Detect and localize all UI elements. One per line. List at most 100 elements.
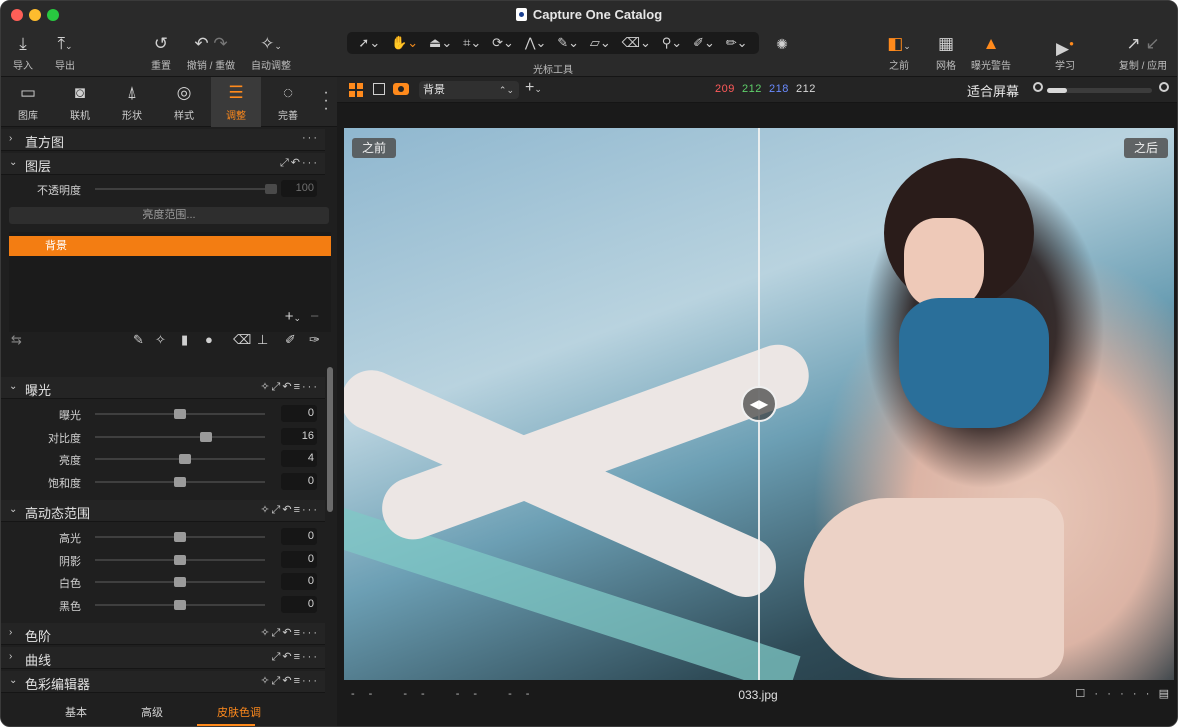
color-editor-header-icons[interactable]: ✧⤢↶≡··· — [260, 674, 319, 688]
tab-style[interactable]: ◎ 样式 — [159, 77, 209, 127]
refine-mask-icon[interactable]: ✑ — [309, 332, 320, 348]
exposure-warning-button[interactable]: ▲ 曝光警告 — [967, 31, 1015, 72]
divider-handle-icon[interactable]: ◀▶ — [741, 386, 777, 422]
tab-skin-tone[interactable]: 皮肤色调 — [217, 704, 261, 720]
swap-icon[interactable]: ⇆ — [11, 332, 22, 348]
exposure-value[interactable]: 4 — [281, 450, 317, 467]
exposure-knob[interactable] — [179, 454, 192, 464]
hdr-value[interactable]: 0 — [281, 595, 317, 613]
color-editor-header[interactable]: ⌄ 色彩编辑器 ✧⤢↶≡··· — [1, 671, 325, 693]
crop-icon[interactable]: ⌗⌄ — [463, 35, 481, 51]
histogram-header[interactable]: › 直方图 ··· — [1, 129, 325, 151]
before-tag: 之前 — [352, 138, 397, 158]
annotate-icon[interactable]: ✏⌄ — [726, 35, 748, 51]
levels-header[interactable]: › 色阶 ✧⤢↶≡··· — [1, 623, 325, 645]
tab-refine[interactable]: ◌ 完善 — [263, 77, 313, 127]
hdr-value[interactable]: 0 — [281, 550, 317, 568]
opacity-slider[interactable] — [95, 188, 265, 190]
opacity-knob[interactable] — [265, 184, 277, 194]
eraser-tool-icon[interactable]: ⌫ — [233, 332, 251, 348]
stamp-icon[interactable]: ⊥ — [257, 332, 268, 348]
radial-gradient-icon[interactable]: ● — [205, 332, 213, 347]
magic-wand-icon: ✧⌄ — [260, 34, 282, 53]
tab-basic[interactable]: 基本 — [65, 704, 87, 720]
rating-and-tag-icons[interactable]: ☐ · · · · · ▤ — [1075, 687, 1169, 700]
eraser-icon[interactable]: ⌫⌄ — [622, 35, 651, 51]
blue-value: 218 — [768, 83, 789, 95]
healing-icon[interactable]: ✐⌄ — [693, 35, 715, 51]
rotate-icon[interactable]: ⟳⌄ — [492, 35, 514, 51]
copy-apply-button[interactable]: ↗ ↙ 复制 / 应用 — [1115, 31, 1171, 72]
add-layer-icon[interactable]: +⌄ — [285, 308, 301, 325]
hdr-knob[interactable] — [174, 577, 186, 587]
zoom-in-icon[interactable] — [1159, 82, 1169, 92]
tab-tethered[interactable]: ◙ 联机 — [55, 77, 105, 127]
exposure-header-icons[interactable]: ✧⤢↶≡··· — [260, 380, 319, 394]
exposure-knob[interactable] — [174, 409, 186, 419]
exposure-label: 曝光 — [59, 410, 81, 422]
select-cursor-icon[interactable]: ➚⌄ — [358, 35, 380, 51]
layer-item-background[interactable]: 背景 — [9, 236, 331, 256]
undo-redo-button[interactable]: ↶ ↷ 撤销 / 重做 — [183, 31, 239, 72]
refine-icon: ◌ — [282, 83, 294, 102]
more-options-icon[interactable]: ··· — [302, 132, 319, 144]
multi-view-icon[interactable] — [349, 83, 363, 97]
auto-adjust-button[interactable]: ✧⌄ 自动调整 — [247, 31, 295, 72]
gradient-icon[interactable]: ▱⌄ — [590, 35, 611, 51]
export-button[interactable]: ⤒⌄ 导出 — [45, 31, 85, 72]
learn-button[interactable]: ▶● 学习 — [1049, 31, 1081, 72]
pan-hand-icon[interactable]: ✋⌄ — [391, 35, 418, 51]
magic-brush-icon[interactable]: ✧ — [155, 332, 166, 348]
exposure-value[interactable]: 0 — [281, 405, 317, 422]
before-button[interactable]: ◧⌄ 之前 — [877, 31, 921, 72]
opacity-value[interactable]: 100 — [281, 180, 317, 197]
exposure-knob[interactable] — [174, 476, 186, 487]
hdr-knob[interactable] — [174, 599, 186, 610]
exposure-slider[interactable] — [95, 435, 265, 438]
hdr-header[interactable]: ⌄ 高动态范围 ✧⤢↶≡··· — [1, 500, 325, 522]
hdr-knob[interactable] — [174, 532, 186, 542]
exposure-knob[interactable] — [199, 431, 212, 442]
brush-icon[interactable]: ✎⌄ — [557, 35, 579, 51]
curves-header-icons[interactable]: ⤢↶≡··· — [272, 650, 319, 664]
brush-tool-icon[interactable]: ✎ — [133, 332, 144, 348]
keystone-icon[interactable]: ⏏⌄ — [429, 35, 452, 51]
eye-icon[interactable] — [393, 83, 409, 95]
panel-scrollbar[interactable] — [327, 367, 333, 512]
hdr-header-icons[interactable]: ✧⤢↶≡··· — [260, 503, 319, 517]
tab-library-label: 图库 — [18, 111, 38, 122]
grid-button[interactable]: ▦ 网格 — [931, 31, 961, 72]
hdr-value[interactable]: 0 — [281, 573, 317, 590]
erase-mask-icon[interactable]: ✐ — [285, 332, 296, 348]
zoom-out-icon[interactable] — [1033, 82, 1043, 92]
exposure-value[interactable]: 16 — [281, 427, 317, 445]
picker-icon[interactable]: ⚲⌄ — [662, 35, 682, 51]
layers-header[interactable]: ⌄ 图层 ⤢↶··· — [1, 153, 325, 175]
layer-select[interactable]: 背景 ⌃⌄ — [419, 81, 519, 99]
tab-adjust[interactable]: ☰ 调整 — [211, 77, 261, 127]
photo-preview[interactable]: ◀▶ 之前 之后 — [344, 128, 1174, 680]
style-icon: ◎ — [176, 83, 192, 102]
levels-header-icons[interactable]: ✧⤢↶≡··· — [260, 626, 319, 640]
reset-button[interactable]: ↺ 重置 — [147, 31, 175, 72]
zoom-slider[interactable] — [1047, 88, 1152, 93]
add-icon[interactable]: +⌄ — [525, 79, 542, 97]
more-tabs-icon[interactable]: · · · — [323, 85, 329, 117]
exposure-value[interactable]: 0 — [281, 472, 317, 490]
exposure-label: 亮度 — [59, 455, 81, 467]
hdr-value[interactable]: 0 — [281, 528, 317, 545]
luma-range-button[interactable]: 亮度范围... — [9, 207, 329, 224]
tab-advanced[interactable]: 高级 — [141, 704, 163, 720]
exposure-header[interactable]: ⌄ 曝光 ✧⤢↶≡··· — [1, 377, 325, 399]
remove-layer-icon[interactable]: − — [310, 308, 319, 325]
tab-shape[interactable]: ⍋ 形状 — [107, 77, 157, 127]
curves-header[interactable]: › 曲线 ⤢↶≡··· — [1, 647, 325, 669]
import-button[interactable]: ⤓ 导入 — [9, 31, 37, 72]
hdr-knob[interactable] — [174, 554, 186, 565]
perspective-icon[interactable]: ⋀⌄ — [525, 35, 547, 51]
tab-library[interactable]: ▭ 图库 — [3, 77, 53, 127]
single-view-icon[interactable] — [373, 83, 385, 95]
fit-screen-button[interactable]: 适合屏幕 — [967, 81, 1019, 100]
linear-gradient-icon[interactable]: ▮ — [181, 332, 188, 348]
layers-header-icons[interactable]: ⤢↶··· — [280, 156, 319, 170]
